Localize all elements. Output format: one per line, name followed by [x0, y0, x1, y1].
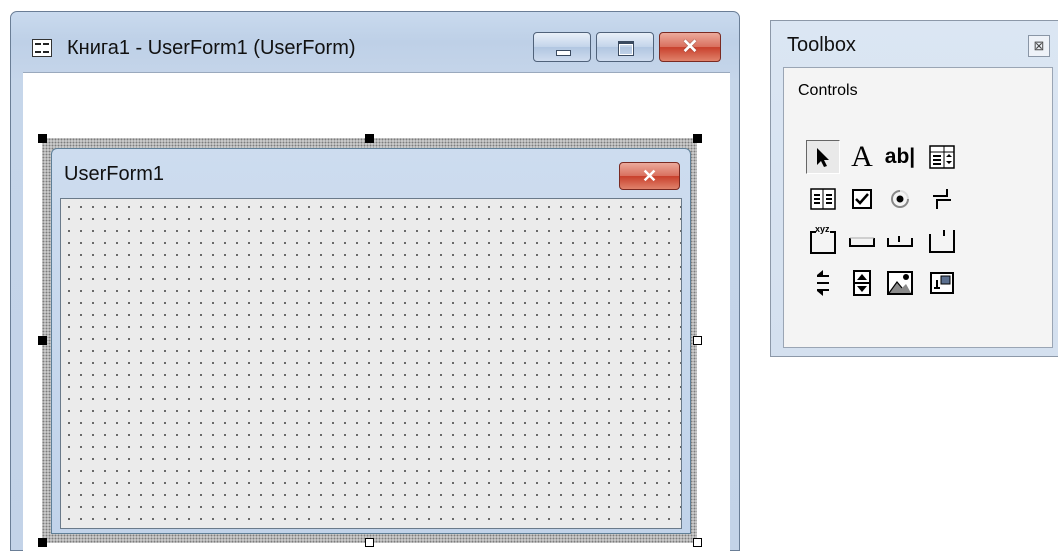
combobox-tool[interactable] — [925, 140, 959, 174]
resize-handle-top — [365, 134, 374, 143]
resize-handle-bottom-right[interactable] — [693, 538, 702, 547]
optionbutton-tool[interactable] — [883, 182, 917, 216]
minimize-icon — [556, 50, 571, 56]
commandbutton-tool[interactable] — [845, 224, 879, 258]
textbox-tool[interactable]: ab| — [883, 140, 917, 174]
refedit-tool[interactable] — [925, 266, 959, 300]
designer-titlebar[interactable]: Книга1 - UserForm1 (UserForm) ✕ — [11, 12, 739, 72]
resize-handle-top-left — [38, 134, 47, 143]
pointer-icon — [817, 148, 829, 167]
refedit-icon — [930, 272, 954, 294]
multipage-icon — [929, 230, 955, 253]
checkbox-tool[interactable] — [845, 182, 879, 216]
listbox-tool[interactable] — [806, 182, 840, 216]
tab-controls-label: Controls — [798, 82, 858, 99]
checkbox-icon — [852, 189, 872, 209]
close-icon: ✕ — [681, 36, 699, 58]
designer-title: Книга1 - UserForm1 (UserForm) — [67, 37, 356, 59]
select-objects-tool[interactable] — [806, 140, 840, 174]
commandbutton-icon — [849, 237, 875, 247]
spinbutton-tool[interactable] — [845, 266, 879, 300]
resize-handle-bottom-left — [38, 538, 47, 547]
designer-client-area[interactable]: UserForm1 ✕ — [23, 72, 730, 553]
tabstrip-tool[interactable] — [883, 224, 917, 258]
radio-icon — [891, 190, 909, 208]
label-tool[interactable]: A — [845, 140, 879, 174]
multipage-tool[interactable] — [925, 224, 959, 258]
frame-tool[interactable]: xyz — [806, 224, 840, 258]
scrollbar-icon — [817, 270, 829, 296]
userform-designer-window: Книга1 - UserForm1 (UserForm) ✕ UserForm… — [10, 11, 740, 553]
spinbutton-icon — [853, 270, 871, 296]
toolbox-content: Controls A ab| xyz — [770, 20, 1058, 357]
tab-controls[interactable]: Controls — [798, 82, 858, 100]
textbox-icon: ab| — [884, 145, 916, 168]
label-icon: A — [851, 140, 873, 173]
image-tool[interactable] — [883, 266, 917, 300]
tabstrip-icon — [887, 236, 913, 247]
toggle-icon — [933, 189, 951, 209]
scrollbar-tool[interactable] — [806, 266, 840, 300]
resize-handle-bottom[interactable] — [365, 538, 374, 547]
userform-title: UserForm1 — [64, 163, 165, 185]
close-button[interactable]: ✕ — [659, 32, 721, 62]
togglebutton-tool[interactable] — [925, 182, 959, 216]
maximize-icon — [618, 41, 634, 56]
userform[interactable]: UserForm1 ✕ — [51, 148, 691, 534]
userform-design-grid[interactable] — [60, 198, 682, 529]
resize-handle-left — [38, 336, 47, 345]
maximize-button[interactable] — [596, 32, 654, 62]
userform-icon — [32, 39, 52, 57]
listbox-icon — [810, 188, 836, 210]
frame-icon-label: xyz — [815, 224, 830, 234]
resize-handle-top-right — [693, 134, 702, 143]
combobox-icon — [929, 145, 955, 169]
userform-close-button[interactable]: ✕ — [619, 162, 680, 190]
image-icon — [887, 271, 913, 295]
minimize-button[interactable] — [533, 32, 591, 62]
resize-handle-right[interactable] — [693, 336, 702, 345]
